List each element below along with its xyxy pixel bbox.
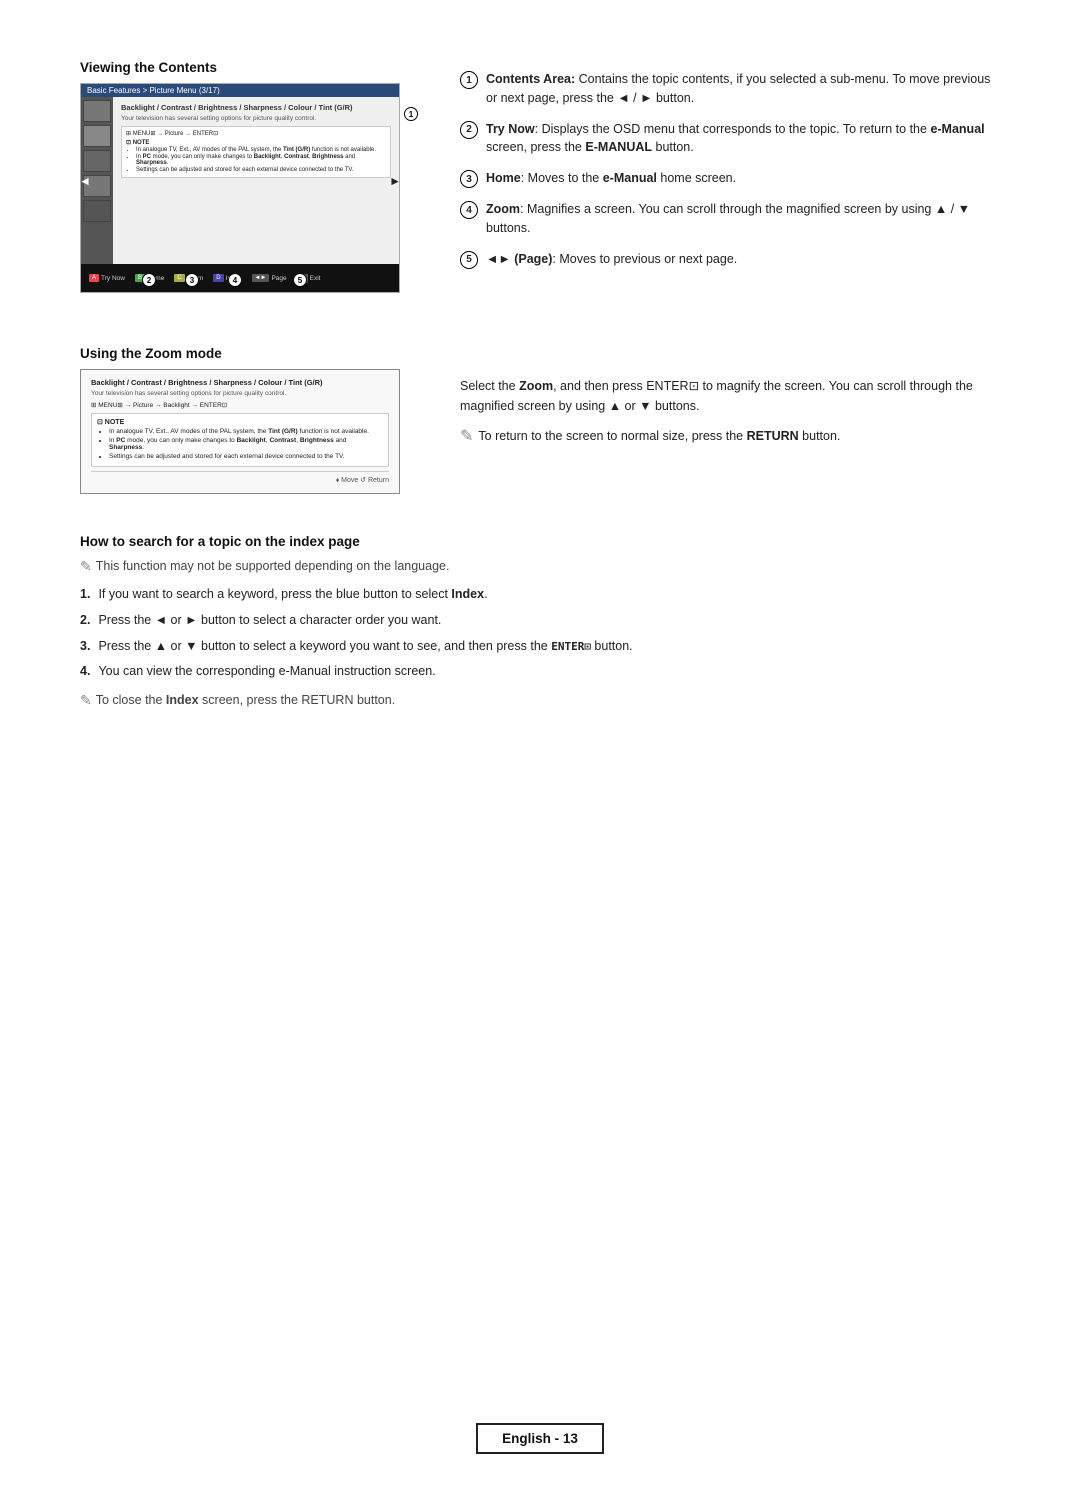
index-steps-list: 1. If you want to search a keyword, pres… [80, 585, 1000, 681]
zoom-note-label: ⊡ NOTE [97, 418, 383, 426]
section-heading-index: How to search for a topic on the index p… [80, 534, 1000, 549]
index-step-4: 4. You can view the corresponding e-Manu… [80, 662, 1000, 681]
tv-note-list: In analogue TV, Ext., AV modes of the PA… [126, 147, 386, 173]
tv-screen-viewing: Basic Features > Picture Menu (3/17) [80, 83, 400, 293]
zoom-note-list: In analogue TV, Ext., AV modes of the PA… [97, 428, 383, 460]
callout-1: 1 [404, 107, 418, 121]
callout-item-4: 4 Zoom: Magnifies a screen. You can scro… [460, 200, 1000, 238]
tv-doc-title: Backlight / Contrast / Brightness / Shar… [121, 103, 391, 112]
zoom-right-text: Select the Zoom, and then press ENTER⊡ t… [460, 376, 1000, 450]
index-step-1: 1. If you want to search a keyword, pres… [80, 585, 1000, 604]
callout-item-2: 2 Try Now: Displays the OSD menu that co… [460, 120, 1000, 158]
callout-item-1: 1 Contents Area: Contains the topic cont… [460, 70, 1000, 108]
tv-menu-line: MENU⊞ → Picture → ENTER⊡ [133, 131, 218, 137]
zoom-doc-subtitle: Your television has several setting opti… [91, 390, 389, 397]
zoom-menu-line: ⊞ MENU⊞ → Picture → Backlight → ENTER⊡ [91, 401, 389, 409]
callout-item-3: 3 Home: Moves to the e-Manual home scree… [460, 169, 1000, 188]
callout-5: 5 [293, 273, 307, 287]
zoom-bottom-bar: ⬧ Move ↺ Return [91, 471, 389, 485]
section-heading-viewing: Viewing the Contents [80, 60, 420, 75]
section-heading-zoom: Using the Zoom mode [80, 346, 420, 361]
page-footer-badge: English - 13 [476, 1423, 604, 1454]
callout-3: 3 [185, 273, 199, 287]
index-step-3: 3. Press the ▲ or ▼ button to select a k… [80, 637, 1000, 656]
tv-screen-header: Basic Features > Picture Menu (3/17) [81, 84, 399, 97]
zoom-mode-box: Backlight / Contrast / Brightness / Shar… [80, 369, 400, 494]
callout-4: 4 [228, 273, 242, 287]
index-section: How to search for a topic on the index p… [80, 534, 1000, 709]
callout-2: 2 [142, 273, 156, 287]
zoom-doc-title: Backlight / Contrast / Brightness / Shar… [91, 378, 389, 387]
index-note-bottom: ✎ To close the Index screen, press the R… [80, 693, 1000, 709]
viewing-callout-list: 1 Contents Area: Contains the topic cont… [460, 70, 1000, 269]
tv-doc-subtitle: Your television has several setting opti… [121, 115, 391, 122]
index-step-2: 2. Press the ◄ or ► button to select a c… [80, 611, 1000, 630]
callout-item-5: 5 ◄► (Page): Moves to previous or next p… [460, 250, 1000, 269]
index-note-top: ✎ This function may not be supported dep… [80, 559, 1000, 575]
tv-note-title: ⊡ NOTE [126, 139, 386, 146]
